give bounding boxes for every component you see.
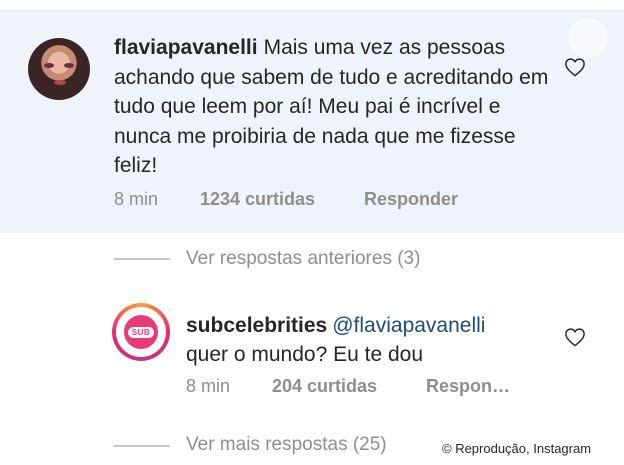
top-divider xyxy=(0,0,624,11)
replies-divider xyxy=(114,258,170,260)
view-more-replies[interactable]: Ver mais respostas (25) xyxy=(186,434,387,456)
reply-avatar-badge: SUB xyxy=(127,326,155,338)
comment-likes-count: 1234 curtidas xyxy=(200,189,316,209)
reply-body: subcelebrities @flaviapavanelli quer o mu… xyxy=(186,311,546,369)
avatar[interactable] xyxy=(28,38,90,100)
avatar-lips xyxy=(54,80,66,85)
reply-avatar[interactable]: SUB xyxy=(112,303,170,361)
reply-username[interactable]: subcelebrities xyxy=(186,314,327,337)
reply-button[interactable]: Responder xyxy=(364,189,458,210)
comment-likes[interactable]: 1234 curtidas xyxy=(200,189,315,210)
comment-time: 8 min xyxy=(114,189,159,209)
heart-icon[interactable] xyxy=(564,57,586,77)
more-replies-divider xyxy=(114,445,170,447)
comment-body: flaviapavanelli Mais uma vez as pessoas a… xyxy=(114,33,554,181)
reply-likes-count: 204 curtidas xyxy=(272,376,378,396)
photo-credit: © Reprodução, Instagram xyxy=(442,441,592,456)
reply-reply-button[interactable]: Respon… xyxy=(426,376,510,397)
reply-likes[interactable]: 204 curtidas xyxy=(272,376,377,397)
reply-avatar-ring: SUB xyxy=(116,307,166,357)
reply-time: 8 min xyxy=(186,376,231,396)
reply-button-label: Responder xyxy=(364,189,459,209)
avatar-eye xyxy=(64,63,74,68)
comment-username[interactable]: flaviapavanelli xyxy=(114,36,258,59)
watermark-logo xyxy=(568,18,608,58)
reply-reply-button-label: Respon… xyxy=(426,376,511,396)
reply-mention[interactable]: @flaviapavanelli xyxy=(332,314,485,337)
heart-icon[interactable] xyxy=(564,327,586,347)
view-previous-replies[interactable]: Ver respostas anteriores (3) xyxy=(186,248,420,270)
avatar-eye xyxy=(44,63,54,68)
reply-text: quer o mundo? Eu te dou xyxy=(186,343,424,366)
reply-avatar-core: SUB xyxy=(124,315,158,349)
